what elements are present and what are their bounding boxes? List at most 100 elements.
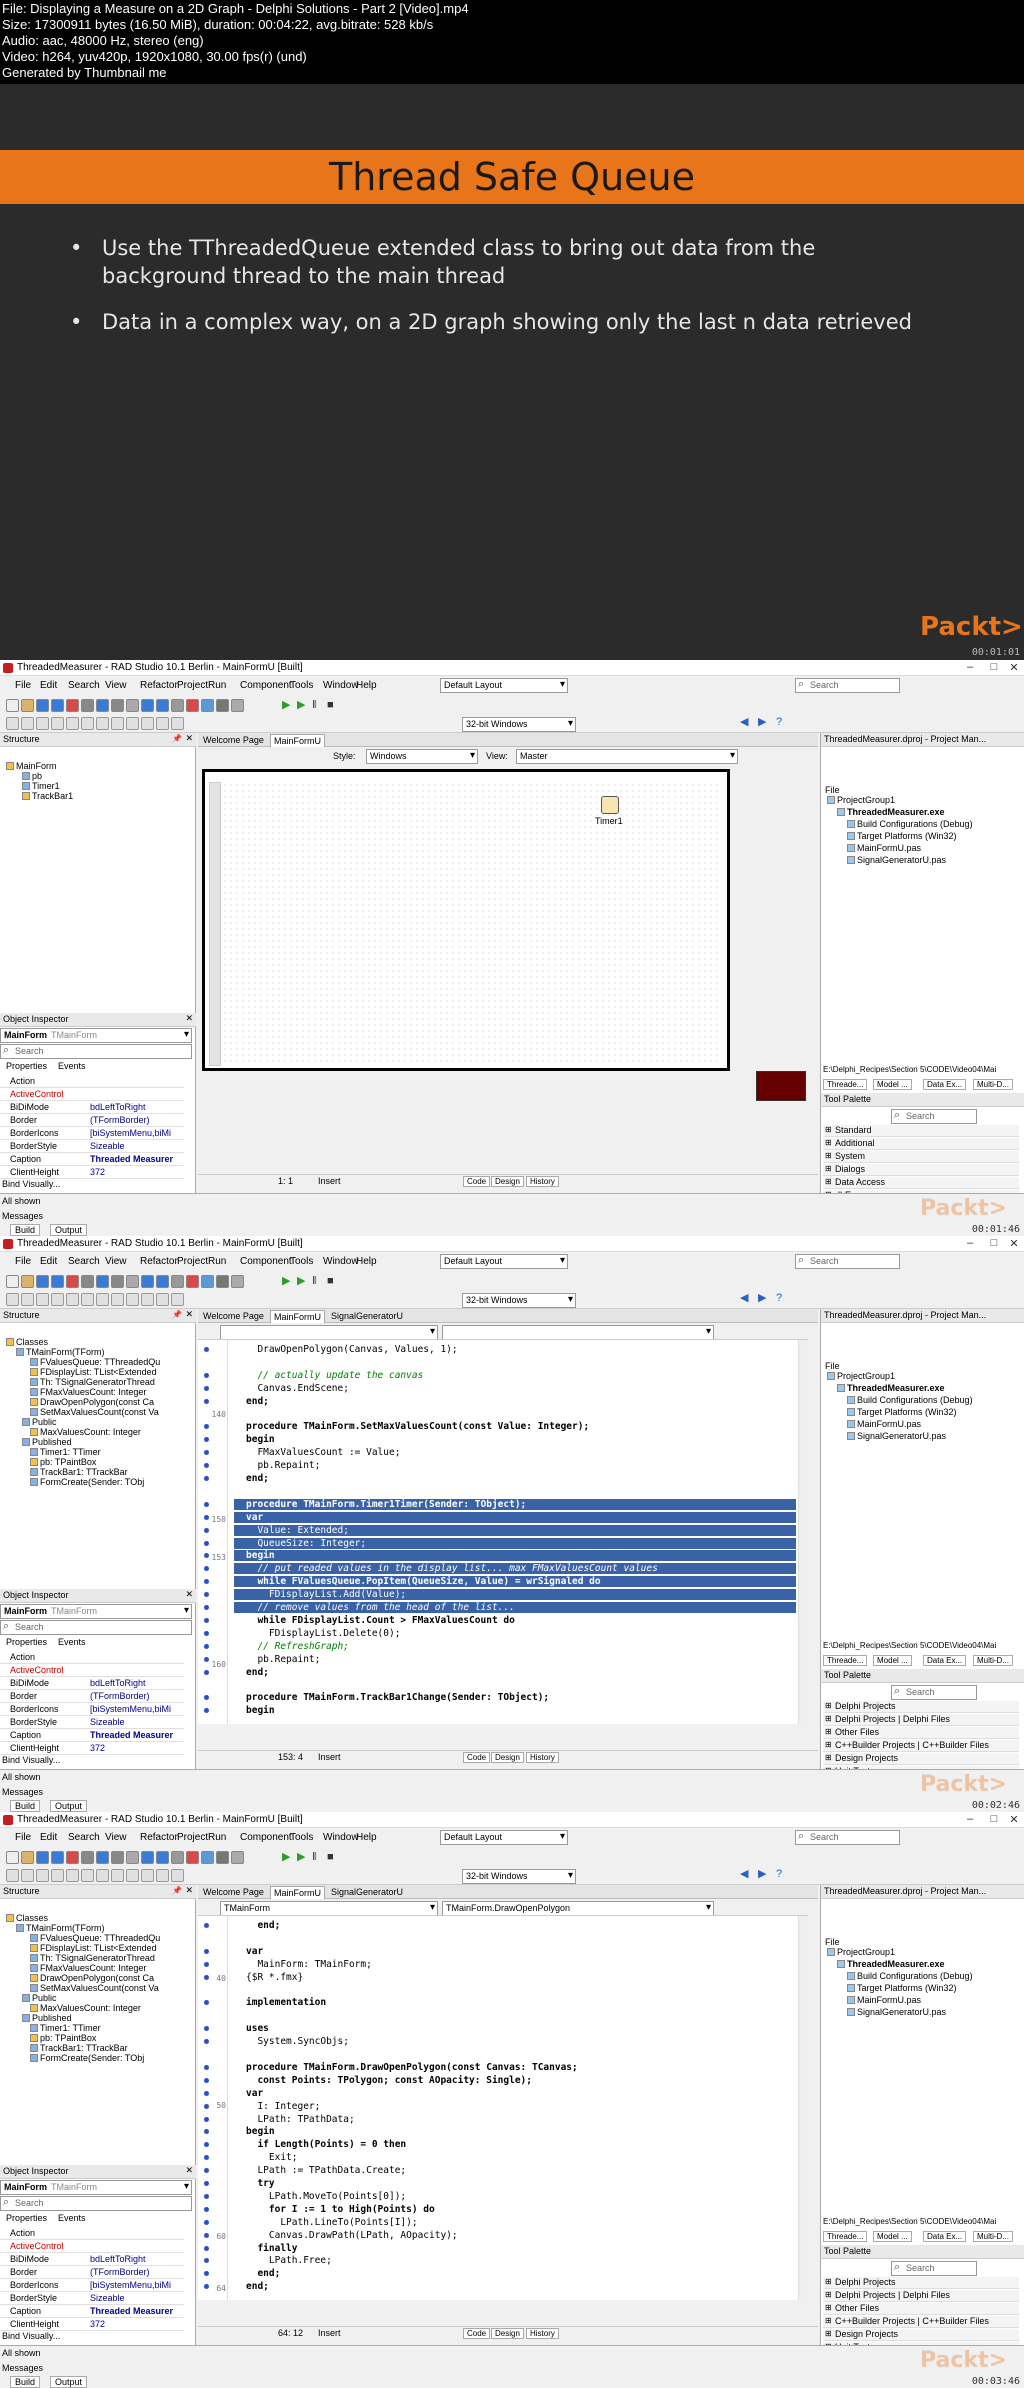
- project-group[interactable]: ProjectGroup1: [827, 1947, 1021, 1957]
- menu-item-project[interactable]: Project: [177, 1256, 208, 1267]
- property-row[interactable]: ClientHeight 372: [0, 2318, 184, 2331]
- tab-history[interactable]: History: [526, 1752, 559, 1763]
- menu-item-view[interactable]: View: [105, 680, 127, 691]
- target-platforms[interactable]: Target Platforms (Win32): [847, 831, 1021, 841]
- back-icon[interactable]: ◀: [740, 1868, 753, 1881]
- toolbar-icon[interactable]: [201, 1275, 214, 1288]
- palette-category[interactable]: System: [823, 1151, 1019, 1163]
- property-row[interactable]: ClientHeight 372: [0, 1166, 184, 1179]
- pin-icon[interactable]: 📌: [172, 1886, 182, 1895]
- menu-item-refactor[interactable]: Refactor: [140, 1832, 178, 1843]
- tab-events[interactable]: Events: [58, 1061, 86, 1071]
- code-editor[interactable]: DrawOpenPolygon(Canvas, Values, 1); // a…: [198, 1339, 808, 1724]
- structure-item[interactable]: DrawOpenPolygon(const Ca: [30, 1397, 190, 1407]
- tab-properties[interactable]: Properties: [6, 1637, 47, 1647]
- build-tab[interactable]: Build: [10, 2376, 41, 2388]
- toolbar-icon[interactable]: [21, 1869, 34, 1882]
- menu-item-edit[interactable]: Edit: [40, 1256, 57, 1267]
- pin-icon[interactable]: 📌: [172, 734, 182, 743]
- structure-item[interactable]: pb: TPaintBox: [30, 1457, 190, 1467]
- tab-dataex[interactable]: Data Ex...: [923, 1079, 967, 1090]
- structure-item[interactable]: Public: [22, 1993, 190, 2003]
- property-value[interactable]: (TFormBorder): [90, 1691, 184, 1701]
- property-row[interactable]: Border (TFormBorder): [0, 2266, 184, 2279]
- toolbar-icon[interactable]: [201, 1851, 214, 1864]
- palette-category[interactable]: Design Projects: [823, 2329, 1019, 2341]
- tab-design[interactable]: Design: [491, 2328, 524, 2339]
- structure-item[interactable]: FValuesQueue: TThreadedQu: [30, 1357, 190, 1367]
- property-row[interactable]: BorderStyle Sizeable: [0, 2292, 184, 2305]
- inspector-search[interactable]: Search: [0, 1044, 192, 1059]
- toolbar-icon[interactable]: [126, 1275, 139, 1288]
- menu-item-help[interactable]: Help: [356, 1256, 377, 1267]
- tab-welcome[interactable]: Welcome Page: [200, 734, 267, 747]
- tab-dataex[interactable]: Data Ex...: [923, 1655, 967, 1666]
- toolbar-icon[interactable]: [156, 699, 169, 712]
- toolbar-icon[interactable]: [81, 699, 94, 712]
- property-row[interactable]: BorderIcons [biSystemMenu,biMi: [0, 2279, 184, 2292]
- toolbar-icon[interactable]: [141, 1851, 154, 1864]
- property-value[interactable]: bdLeftToRight: [90, 2254, 184, 2264]
- forward-icon[interactable]: ▶: [758, 716, 771, 729]
- platform-combo[interactable]: 32-bit Windows: [462, 1869, 576, 1884]
- property-value[interactable]: Threaded Measurer: [90, 2306, 184, 2316]
- structure-item[interactable]: MaxValuesCount: Integer: [30, 1427, 190, 1437]
- build-configs[interactable]: Build Configurations (Debug): [847, 819, 1021, 829]
- structure-item[interactable]: MaxValuesCount: Integer: [30, 2003, 190, 2013]
- property-value[interactable]: Sizeable: [90, 1717, 184, 1727]
- tab-signalgeneratoru[interactable]: SignalGeneratorU: [328, 1886, 406, 1899]
- toolbar-icon[interactable]: [66, 1869, 79, 1882]
- help-icon[interactable]: ?: [776, 1868, 789, 1881]
- toolbar-icon[interactable]: [36, 717, 49, 730]
- toolbar-icon[interactable]: [111, 1275, 124, 1288]
- menu-item-component[interactable]: Component: [240, 680, 292, 691]
- toolbar-icon[interactable]: [126, 1851, 139, 1864]
- toolbar-icon[interactable]: [141, 717, 154, 730]
- toolbar-icon[interactable]: [201, 699, 214, 712]
- trackbar[interactable]: [209, 782, 221, 1066]
- toolbar-icon[interactable]: [156, 717, 169, 730]
- toolbar-icon[interactable]: [36, 1275, 49, 1288]
- tab-history[interactable]: History: [526, 1176, 559, 1187]
- ide-search[interactable]: Search: [795, 1830, 900, 1845]
- property-row[interactable]: Border (TFormBorder): [0, 1690, 184, 1703]
- layout-combo[interactable]: Default Layout: [440, 678, 568, 693]
- pin-icon[interactable]: 📌: [172, 1310, 182, 1319]
- toolbar-icon[interactable]: [126, 1293, 139, 1306]
- menu-item-file[interactable]: File: [15, 680, 31, 691]
- menu-item-run[interactable]: Run: [208, 1256, 226, 1267]
- class-combo[interactable]: TMainForm: [220, 1901, 438, 1916]
- object-combo[interactable]: MainForm TMainForm: [0, 2180, 192, 2195]
- maximize-icon[interactable]: □: [984, 1237, 1004, 1249]
- toolbar-icon[interactable]: [171, 717, 184, 730]
- toolbar-icon[interactable]: [111, 717, 124, 730]
- toolbar-icon[interactable]: [51, 1293, 64, 1306]
- property-row[interactable]: BiDiMode bdLeftToRight: [0, 1101, 184, 1114]
- menu-item-search[interactable]: Search: [68, 1832, 100, 1843]
- menu-item-window[interactable]: Window: [323, 1256, 359, 1267]
- toolbar-icon[interactable]: [51, 1869, 64, 1882]
- toolbar-icon[interactable]: [111, 699, 124, 712]
- property-value[interactable]: 372: [90, 2319, 184, 2329]
- bind-visually-link[interactable]: Bind Visually...: [2, 2331, 60, 2341]
- structure-item[interactable]: Published: [22, 2013, 190, 2023]
- toolbar-icon[interactable]: [66, 717, 79, 730]
- maximize-icon[interactable]: □: [984, 1813, 1004, 1825]
- object-combo[interactable]: MainForm TMainForm: [0, 1028, 192, 1043]
- menu-item-tools[interactable]: Tools: [290, 1256, 313, 1267]
- tab-events[interactable]: Events: [58, 1637, 86, 1647]
- structure-item[interactable]: DrawOpenPolygon(const Ca: [30, 1973, 190, 1983]
- project-exe[interactable]: ThreadedMeasurer.exe: [837, 1383, 1021, 1393]
- structure-item[interactable]: Timer1: TTimer: [30, 1447, 190, 1457]
- file-signalgenerator[interactable]: SignalGeneratorU.pas: [847, 2007, 1021, 2017]
- bind-visually-link[interactable]: Bind Visually...: [2, 1755, 60, 1765]
- output-tab[interactable]: Output: [50, 2376, 88, 2388]
- editor-scrollbar[interactable]: [798, 1916, 808, 2300]
- menu-item-search[interactable]: Search: [68, 1256, 100, 1267]
- property-row[interactable]: BiDiMode bdLeftToRight: [0, 2253, 184, 2266]
- structure-item[interactable]: Classes: [6, 1913, 190, 1923]
- property-row[interactable]: BorderStyle Sizeable: [0, 1716, 184, 1729]
- toolbar-icon[interactable]: [36, 1293, 49, 1306]
- bind-visually-link[interactable]: Bind Visually...: [2, 1179, 60, 1189]
- toolbar-icon[interactable]: [51, 1275, 64, 1288]
